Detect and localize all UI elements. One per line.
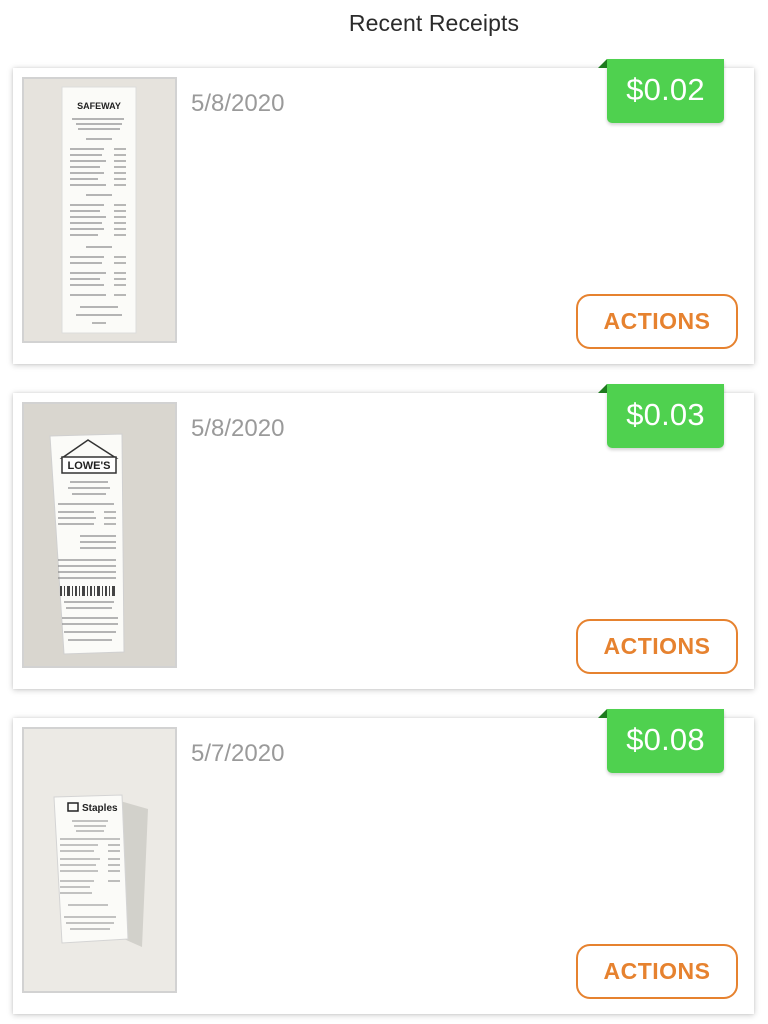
- receipt-store-name: SAFEWAY: [77, 101, 121, 111]
- receipt-thumbnail[interactable]: LOWE'S: [22, 402, 177, 668]
- actions-button[interactable]: ACTIONS: [576, 944, 738, 999]
- receipt-date: 5/8/2020: [191, 90, 285, 117]
- receipt-thumbnail[interactable]: SAFEWAY: [22, 77, 177, 343]
- reward-amount-tag: $0.02: [598, 59, 724, 123]
- receipt-card[interactable]: SAFEWAY 5/8/2020 $0.02 ACTIONS: [13, 59, 754, 364]
- receipt-store-name: LOWE'S: [68, 460, 111, 472]
- receipt-card[interactable]: Staples 5/7/2020 $0.08 ACTIONS: [13, 709, 754, 1014]
- actions-button[interactable]: ACTIONS: [576, 619, 738, 674]
- receipt-date: 5/7/2020: [191, 740, 285, 767]
- reward-amount-tag: $0.08: [598, 709, 724, 773]
- receipt-thumbnail[interactable]: Staples: [22, 727, 177, 993]
- reward-amount: $0.02: [626, 72, 705, 107]
- actions-button[interactable]: ACTIONS: [576, 294, 738, 349]
- receipt-card[interactable]: LOWE'S 5/8/2020 $0.03 ACTIONS: [13, 384, 754, 689]
- reward-amount: $0.03: [626, 397, 705, 432]
- receipt-date: 5/8/2020: [191, 415, 285, 442]
- reward-amount-tag: $0.03: [598, 384, 724, 448]
- page-title: Recent Receipts: [348, 10, 520, 36]
- receipt-store-name: Staples: [82, 803, 118, 814]
- reward-amount: $0.08: [626, 722, 705, 757]
